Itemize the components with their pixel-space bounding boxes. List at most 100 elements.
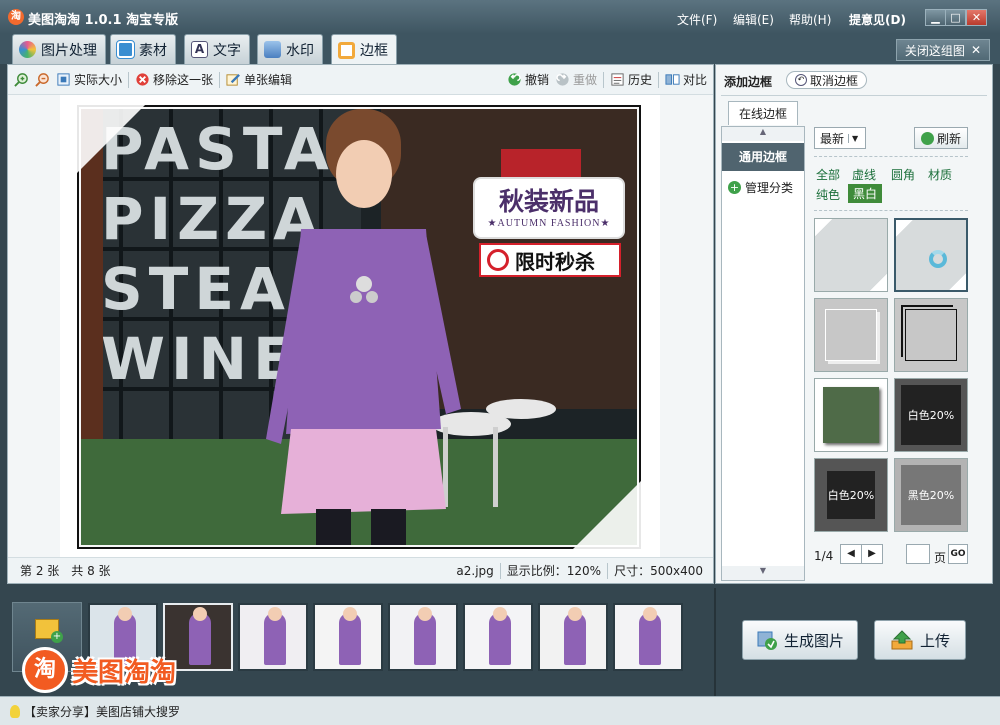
editor-statusbar: 第 2 张 共 8 张 a2.jpg 显示比例：120% 尺寸：500x400: [8, 557, 713, 583]
tab-frame[interactable]: 边框: [331, 34, 397, 65]
zoom-level: 显示比例：120%: [506, 564, 602, 578]
promo-sale-badge: 限时秒杀: [479, 243, 621, 277]
filter-dashed[interactable]: 虚线: [852, 166, 876, 183]
menu-file[interactable]: 文件(F): [677, 11, 717, 28]
zoom-out-button[interactable]: [35, 72, 50, 87]
thumbnail-item[interactable]: [388, 603, 458, 671]
toolbar-divider: [219, 71, 221, 88]
prev-page-button[interactable]: ◀: [840, 544, 862, 564]
thumbnail-head: [343, 607, 357, 621]
frame-thumb-1[interactable]: [814, 218, 888, 292]
tab-label: 图片处理: [41, 42, 97, 59]
frame-thumb-2[interactable]: [894, 218, 968, 292]
redo-button[interactable]: 重做: [555, 71, 597, 88]
filter-solid[interactable]: 纯色: [816, 186, 840, 203]
thumbnail-item[interactable]: [613, 603, 683, 671]
next-page-button[interactable]: ▶: [861, 544, 883, 564]
tab-label: 文字: [213, 42, 241, 59]
toolbar-divider: [128, 71, 130, 88]
thumbnail-head: [568, 607, 582, 621]
refresh-button[interactable]: 刷新: [914, 127, 968, 149]
loading-icon: [929, 250, 947, 268]
refresh-icon: [920, 131, 934, 145]
svg-text:WINE: WINE: [101, 325, 299, 393]
frame-thumb-5[interactable]: [814, 378, 888, 452]
category-scroll-down[interactable]: ▼: [722, 566, 804, 580]
thumbnail-item[interactable]: [313, 603, 383, 671]
sticker-icon: [116, 40, 135, 59]
frame-thumb-4[interactable]: [894, 298, 968, 372]
toolbar-divider: [657, 71, 659, 88]
filmstrip-divider: [714, 588, 716, 696]
menu-help[interactable]: 帮助(H): [789, 11, 831, 28]
preview-photo: PASTA PIZZA STEAK WINE 秋装新品 ★AUTUMN FASH…: [81, 109, 637, 545]
upload-label: 上传: [919, 631, 950, 650]
go-button[interactable]: GO: [948, 544, 968, 564]
frame-gallery: 最新 ▼ 刷新 全部 虚线 圆角 材质 纯色 黑白 白色20% 白色20% 黑色…: [810, 126, 990, 581]
tab-watermark[interactable]: 水印: [257, 34, 323, 64]
remove-one-label: 移除这一张: [153, 73, 214, 87]
frame-panel: 添加边框 ↶ 取消边框 在线边框 ▲ 通用边框 + 管理分类 ▼ 最新 ▼ 刷新…: [715, 64, 993, 584]
filter-black-white[interactable]: 黑白: [848, 184, 883, 203]
cancel-frame-button[interactable]: ↶ 取消边框: [786, 71, 868, 89]
thumbnail-item[interactable]: [238, 603, 308, 671]
minimize-button[interactable]: ▁: [925, 9, 946, 26]
cancel-frame-label: 取消边框: [810, 73, 859, 88]
frame-thumb-label: 黑色20%: [907, 489, 955, 502]
zoom-in-button[interactable]: [14, 72, 29, 87]
manage-category-button[interactable]: + 管理分类: [728, 179, 793, 196]
thumbnail-item[interactable]: [463, 603, 533, 671]
frame-thumb-7[interactable]: 白色20%: [814, 458, 888, 532]
compare-icon: [665, 74, 680, 85]
brand-logo: 淘 美图淘淘: [22, 647, 176, 693]
tab-text[interactable]: A 文字: [184, 34, 250, 64]
sort-dropdown[interactable]: 最新 ▼: [814, 127, 866, 149]
menu-edit[interactable]: 编辑(E): [733, 11, 774, 28]
tab-image-process[interactable]: 图片处理: [12, 34, 106, 64]
tab-online-frames[interactable]: 在线边框: [728, 101, 799, 125]
photo-frame: PASTA PIZZA STEAK WINE 秋装新品 ★AUTUMN FASH…: [77, 105, 641, 549]
close-group-button[interactable]: 关闭这组图 ✕: [895, 39, 990, 61]
history-button[interactable]: 历史: [610, 71, 652, 88]
alarm-clock-icon: [487, 249, 509, 271]
canvas-area[interactable]: PASTA PIZZA STEAK WINE 秋装新品 ★AUTUMN FASH…: [60, 95, 660, 557]
redo-icon: [556, 73, 569, 86]
panel-divider: [721, 95, 987, 96]
sort-value: 最新: [820, 131, 845, 146]
generate-image-button[interactable]: 生成图片: [742, 620, 858, 660]
thumbnail-head: [643, 607, 657, 621]
category-general[interactable]: 通用边框: [722, 143, 804, 171]
lightbulb-icon: [10, 704, 20, 718]
filter-all[interactable]: 全部: [816, 166, 840, 183]
close-window-button[interactable]: ✕: [966, 9, 987, 26]
tab-material[interactable]: 素材: [110, 34, 176, 64]
frame-thumb-6[interactable]: 白色20%: [894, 378, 968, 452]
thumbnail-item[interactable]: [538, 603, 608, 671]
thumbnail-head: [268, 607, 282, 621]
remove-icon: [136, 73, 149, 86]
frame-thumb-3[interactable]: [814, 298, 888, 372]
add-icon: +: [728, 181, 741, 194]
frame-thumb-8[interactable]: 黑色20%: [894, 458, 968, 532]
compare-button[interactable]: 对比: [665, 71, 707, 88]
remove-one-button[interactable]: 移除这一张: [135, 71, 213, 88]
single-edit-button[interactable]: 单张编辑: [226, 71, 292, 88]
maximize-button[interactable]: □: [945, 9, 966, 26]
category-scroll-up[interactable]: ▲: [722, 127, 804, 141]
file-name: a2.jpg: [456, 563, 494, 578]
upload-button[interactable]: 上传: [874, 620, 966, 660]
menu-feedback[interactable]: 提意见(D): [849, 11, 906, 28]
footer-tip-link[interactable]: 【卖家分享】美图店铺大搜罗: [24, 703, 180, 720]
cancel-icon: ↶: [795, 74, 807, 86]
gallery-divider: [814, 210, 968, 211]
add-plus-icon: +: [51, 631, 63, 643]
actual-size-icon: [57, 73, 70, 86]
filter-rounded[interactable]: 圆角: [891, 166, 915, 183]
filter-texture[interactable]: 材质: [928, 166, 952, 183]
page-number-input[interactable]: [906, 544, 930, 564]
undo-button[interactable]: 撤销: [507, 71, 549, 88]
editor-toolbar: 实际大小 移除这一张 单张编辑 撤销 重做 历史 对比: [8, 65, 713, 95]
actual-size-button[interactable]: 实际大小: [56, 71, 122, 88]
undo-icon: [508, 73, 521, 86]
page-indicator: 1/4: [814, 549, 834, 563]
